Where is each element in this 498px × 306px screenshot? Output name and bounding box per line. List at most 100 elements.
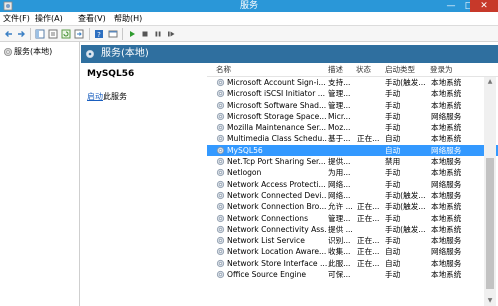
- description-pane: MySQL56 启动此服务: [81, 63, 207, 306]
- menu-view[interactable]: 查看(V): [78, 13, 106, 25]
- menu-action[interactable]: 操作(A): [35, 13, 63, 25]
- service-description: 为用...: [328, 168, 351, 178]
- service-row[interactable]: Office Source Engine 可保... 手动 本地系统: [207, 269, 498, 280]
- console-icon[interactable]: [108, 29, 118, 39]
- service-row[interactable]: Network Connection Bro... 允许 ... 正在... 手动(触…: [207, 201, 498, 212]
- service-name: Microsoft Account Sign-i...: [227, 78, 326, 87]
- service-row[interactable]: Network Connectivity Ass... 提供 ... 手动(触发..…: [207, 224, 498, 235]
- service-row[interactable]: Net.Tcp Port Sharing Ser... 提供... 禁用 本地服务: [207, 156, 498, 167]
- service-start-type: 自动: [385, 134, 401, 144]
- service-row[interactable]: Network Store Interface ... 此服... 正在... 自动 本…: [207, 258, 498, 269]
- service-start-type: 手动(触发...: [385, 78, 426, 87]
- service-description: 此服...: [328, 258, 351, 268]
- service-description: Micr...: [328, 111, 351, 121]
- scrollbar-thumb[interactable]: [486, 158, 494, 289]
- service-description: 管理...: [328, 213, 351, 223]
- service-gear-icon: [216, 180, 225, 188]
- service-logon: 本地服务: [431, 190, 462, 200]
- services-header: 服务(本地): [81, 45, 498, 63]
- service-logon: 网络服务: [431, 111, 462, 121]
- service-start-type: 手动: [385, 213, 401, 223]
- service-gear-icon: [216, 78, 225, 87]
- service-row[interactable]: Microsoft iSCSI Initiator ... 管理... 手动 本地系统: [207, 88, 498, 99]
- service-start-type: 手动(触发...: [385, 224, 426, 234]
- service-row[interactable]: Microsoft Account Sign-i... 支持... 手动(触发...…: [207, 77, 498, 88]
- menu-file[interactable]: 文件(F): [3, 13, 30, 25]
- stop-icon[interactable]: [140, 29, 150, 39]
- vertical-scrollbar[interactable]: ▲ ▼: [484, 77, 496, 306]
- tree-item-services-local[interactable]: 服务(本地): [2, 46, 52, 58]
- refresh-icon[interactable]: [61, 29, 71, 39]
- service-row[interactable]: Network Connections 管理... 正在... 手动 本地系统: [207, 213, 498, 224]
- service-start-type: 禁用: [385, 157, 401, 167]
- service-name: Microsoft Software Shad...: [227, 100, 327, 110]
- service-row[interactable]: Network Connected Devi... 网络... 手动(触发... 本地…: [207, 190, 498, 201]
- start-icon[interactable]: [127, 29, 137, 39]
- service-start-type: 手动: [385, 168, 401, 178]
- service-logon: 本地系统: [431, 224, 462, 234]
- service-row[interactable]: Microsoft Storage Space... Micr... 手动 网络服务: [207, 111, 498, 122]
- service-description: 提供...: [328, 157, 351, 167]
- service-gear-icon: [216, 169, 225, 177]
- service-name: Netlogon: [227, 168, 262, 178]
- service-start-type: 自动: [385, 247, 401, 257]
- forward-arrow-icon[interactable]: [16, 29, 26, 39]
- service-start-type: 手动(触发...: [385, 190, 426, 200]
- service-description: 收集...: [328, 247, 351, 257]
- service-status: 正在...: [357, 134, 380, 144]
- service-start-type: 手动: [385, 89, 401, 99]
- service-logon: 网络服务: [431, 247, 462, 257]
- back-arrow-icon[interactable]: [4, 29, 14, 39]
- service-gear-icon: [216, 237, 225, 245]
- column-header-start-type[interactable]: 启动类型: [385, 65, 415, 75]
- service-logon: 本地系统: [431, 89, 462, 99]
- service-start-type: 自动: [385, 145, 401, 155]
- scroll-up-icon[interactable]: ▲: [484, 77, 496, 87]
- start-service-suffix: 此服务: [103, 92, 127, 101]
- service-gear-icon: [216, 135, 225, 143]
- service-rows: Microsoft Account Sign-i... 支持... 手动(触发...…: [207, 77, 498, 280]
- service-name: Network Access Protecti...: [227, 179, 326, 189]
- service-row[interactable]: MySQL56 自动 网络服务: [207, 144, 498, 157]
- service-row[interactable]: Netlogon 为用... 手动 本地系统: [207, 167, 498, 178]
- service-gear-icon: [216, 90, 225, 98]
- tree-item-label: 服务(本地): [14, 47, 53, 56]
- close-button[interactable]: ✕: [470, 0, 498, 12]
- service-logon: 本地服务: [431, 157, 462, 167]
- column-header-description[interactable]: 描述: [328, 65, 343, 75]
- service-name: Network Connected Devi...: [227, 190, 327, 200]
- pause-icon[interactable]: [153, 29, 163, 39]
- service-row[interactable]: Network List Service 识别... 正在... 手动 本地服务: [207, 235, 498, 246]
- service-start-type: 自动: [385, 258, 401, 268]
- service-gear-icon: [216, 259, 225, 267]
- menu-help[interactable]: 帮助(H): [114, 13, 142, 25]
- gear-icon: [4, 48, 12, 56]
- service-logon: 本地系统: [431, 168, 462, 178]
- column-header-status[interactable]: 状态: [356, 65, 371, 75]
- show-tree-icon[interactable]: [35, 29, 45, 39]
- service-row[interactable]: Network Location Aware... 收集... 正在... 自动 网络服…: [207, 246, 498, 257]
- column-header-name[interactable]: 名称: [216, 65, 231, 75]
- properties-icon[interactable]: [48, 29, 58, 39]
- column-header-logon[interactable]: 登录为: [430, 65, 453, 75]
- start-service-text: 启动此服务: [87, 91, 127, 102]
- help-icon[interactable]: ?: [94, 29, 104, 39]
- service-logon: 本地系统: [431, 202, 462, 212]
- restart-icon[interactable]: [166, 29, 176, 39]
- start-service-link[interactable]: 启动: [87, 92, 103, 101]
- toolbar-separator: [30, 28, 31, 40]
- service-status: 正在...: [357, 258, 380, 268]
- service-name: Network Connections: [227, 213, 309, 223]
- service-row[interactable]: Microsoft Software Shad... 管理... 手动 本地系统: [207, 100, 498, 111]
- service-row[interactable]: Multimedia Class Schedu... 基于... 正在... 自动 本地…: [207, 133, 498, 144]
- service-gear-icon: [216, 124, 225, 132]
- service-row[interactable]: Mozilla Maintenance Ser... Moz... 手动 本地系统: [207, 122, 498, 133]
- scroll-down-icon[interactable]: ▼: [484, 296, 496, 306]
- service-name: Network List Service: [227, 236, 305, 246]
- service-row[interactable]: Network Access Protecti... 网络... 手动 网络服务: [207, 179, 498, 190]
- title-bar: 服务 — □ ✕: [0, 0, 498, 12]
- service-logon: 本地系统: [431, 213, 462, 223]
- service-description: 允许 ...: [328, 202, 353, 212]
- export-icon[interactable]: [74, 29, 84, 39]
- service-description: 基于...: [328, 134, 351, 144]
